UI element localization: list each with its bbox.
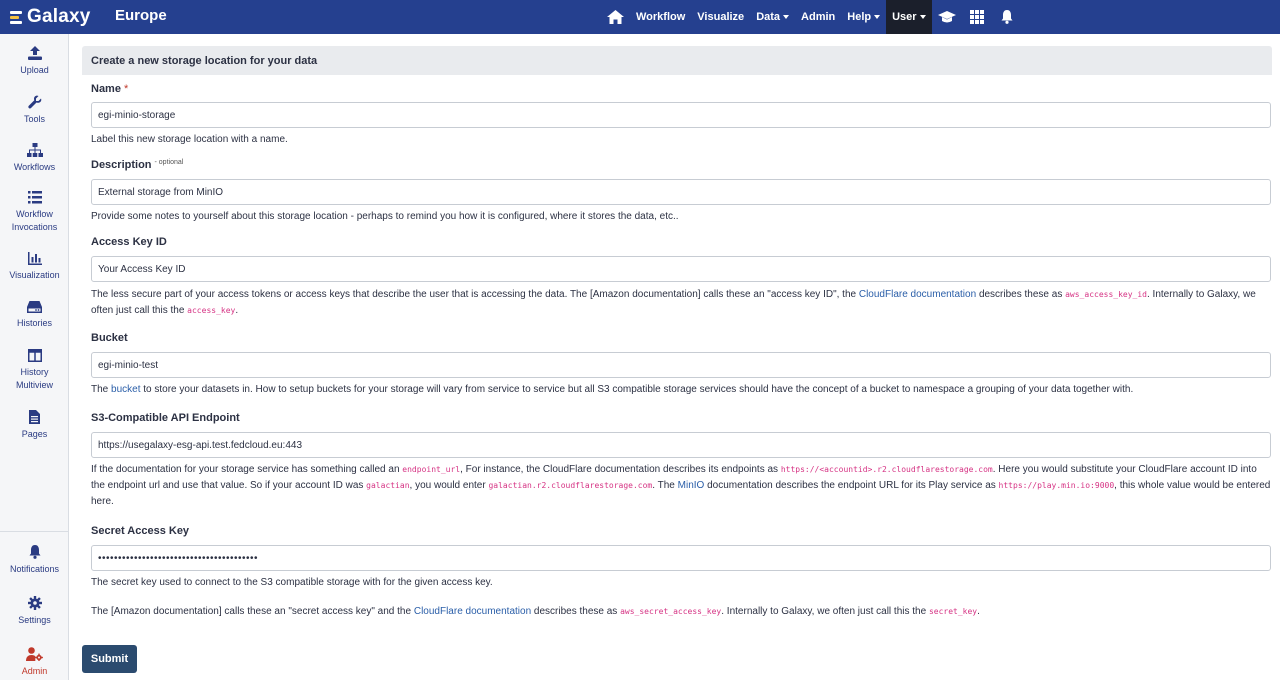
bucket-input[interactable] xyxy=(91,352,1271,378)
bell-icon xyxy=(1001,10,1013,24)
endpoint-label: S3-Compatible API Endpoint xyxy=(91,412,240,424)
secret-key-help-docs: The [Amazon documentation] calls these a… xyxy=(91,606,980,617)
code-galactian-endpoint: galactian.r2.cloudflarestorage.com xyxy=(488,481,653,490)
upload-icon xyxy=(27,46,42,60)
sidebar-divider xyxy=(0,531,69,532)
sidebar-item-histories[interactable]: Histories xyxy=(0,301,69,330)
file-icon xyxy=(29,410,40,424)
bucket-docs-link[interactable]: bucket xyxy=(111,384,140,395)
caret-down-icon xyxy=(783,15,790,19)
sidebar-item-tools[interactable]: Tools xyxy=(0,95,69,126)
name-help: Label this new storage location with a n… xyxy=(91,134,288,145)
form-header: Create a new storage location for your d… xyxy=(82,46,1272,75)
bucket-label: Bucket xyxy=(91,332,128,344)
brand-subtitle: Europe xyxy=(115,7,167,24)
nav-admin[interactable]: Admin xyxy=(795,0,841,34)
wrench-icon xyxy=(27,95,41,109)
columns-icon xyxy=(27,349,42,362)
description-help: Provide some notes to yourself about thi… xyxy=(91,211,679,222)
code-secret-key: secret_key xyxy=(928,607,978,616)
code-access-key: access_key xyxy=(187,306,236,315)
bell-icon xyxy=(29,545,40,559)
storage-location-form: Create a new storage location for your d… xyxy=(82,46,1272,617)
name-input[interactable] xyxy=(91,102,1271,128)
sidebar-item-upload[interactable]: Upload xyxy=(0,46,69,77)
sidebar-item-workflow-invocations[interactable]: Workflow Invocations xyxy=(0,191,69,234)
sitemap-icon xyxy=(26,143,43,157)
cloudflare-docs-link[interactable]: CloudFlare documentation xyxy=(414,606,531,617)
list-icon xyxy=(27,191,42,204)
submit-button[interactable]: Submit xyxy=(82,645,137,673)
nav-training[interactable] xyxy=(932,0,962,34)
nav-help[interactable]: Help xyxy=(841,0,886,34)
minio-docs-link[interactable]: MinIO xyxy=(678,480,705,491)
sidebar-item-admin[interactable]: Admin xyxy=(0,647,69,678)
nav-menu: Workflow Visualize Data Admin Help User xyxy=(600,0,1022,34)
nav-workflow[interactable]: Workflow xyxy=(630,0,691,34)
caret-down-icon xyxy=(919,15,926,19)
code-aws-secret-access-key: aws_secret_access_key xyxy=(620,607,722,616)
code-cloudflare-endpoint: https://<accountid>.r2.cloudflarestorage… xyxy=(780,465,993,474)
endpoint-input[interactable] xyxy=(91,432,1271,458)
required-mark: * xyxy=(123,83,129,95)
brand-name: Galaxy xyxy=(27,6,91,27)
top-navbar: Galaxy Europe Workflow Visualize Data Ad… xyxy=(0,0,1280,34)
code-endpoint-url: endpoint_url xyxy=(402,465,461,474)
access-key-input[interactable] xyxy=(91,256,1271,282)
code-galactian: galactian xyxy=(366,481,410,490)
secret-key-label: Secret Access Key xyxy=(91,525,190,537)
nav-visualize[interactable]: Visualize xyxy=(691,0,750,34)
name-label: Name * xyxy=(91,83,129,95)
graduation-cap-icon xyxy=(937,10,956,22)
secret-key-input[interactable] xyxy=(91,545,1271,571)
code-minio-endpoint: https://play.min.io:9000 xyxy=(998,481,1115,490)
sidebar-item-notifications[interactable]: Notifications xyxy=(0,545,69,576)
access-key-help: The less secure part of your access toke… xyxy=(91,289,1256,316)
sidebar-item-workflows[interactable]: Workflows xyxy=(0,143,69,174)
code-aws-access-key-id: aws_access_key_id xyxy=(1065,290,1147,299)
sidebar-item-visualization[interactable]: Visualization xyxy=(0,252,69,282)
secret-key-help: The secret key used to connect to the S3… xyxy=(91,577,493,588)
endpoint-help: If the documentation for your storage se… xyxy=(91,464,1271,507)
brand-link[interactable]: Galaxy xyxy=(10,4,91,30)
caret-down-icon xyxy=(874,15,881,19)
activity-bar: Upload Tools Workflows Workflow Invocati… xyxy=(0,34,69,680)
cloudflare-docs-link[interactable]: CloudFlare documentation xyxy=(859,289,976,300)
sidebar-item-pages[interactable]: Pages xyxy=(0,410,69,441)
description-label: Description - optional xyxy=(91,159,184,171)
nav-apps-grid[interactable] xyxy=(962,0,992,34)
galaxy-logo-icon xyxy=(10,10,22,24)
home-icon xyxy=(606,10,624,24)
bucket-help: The bucket to store your datasets in. Ho… xyxy=(91,384,1134,395)
hdd-icon xyxy=(27,301,42,313)
access-key-label: Access Key ID xyxy=(91,236,167,248)
gear-icon xyxy=(27,596,42,610)
optional-mark: - optional xyxy=(154,159,184,166)
description-input[interactable] xyxy=(91,179,1271,205)
nav-data[interactable]: Data xyxy=(750,0,795,34)
nav-home[interactable] xyxy=(600,0,630,34)
nav-user[interactable]: User xyxy=(886,0,932,34)
chart-icon xyxy=(27,252,42,265)
user-cog-icon xyxy=(26,647,43,661)
nav-notifications[interactable] xyxy=(992,0,1022,34)
grid-icon xyxy=(969,10,984,24)
sidebar-item-history-multiview[interactable]: History Multiview xyxy=(0,349,69,392)
sidebar-item-settings[interactable]: Settings xyxy=(0,596,69,627)
